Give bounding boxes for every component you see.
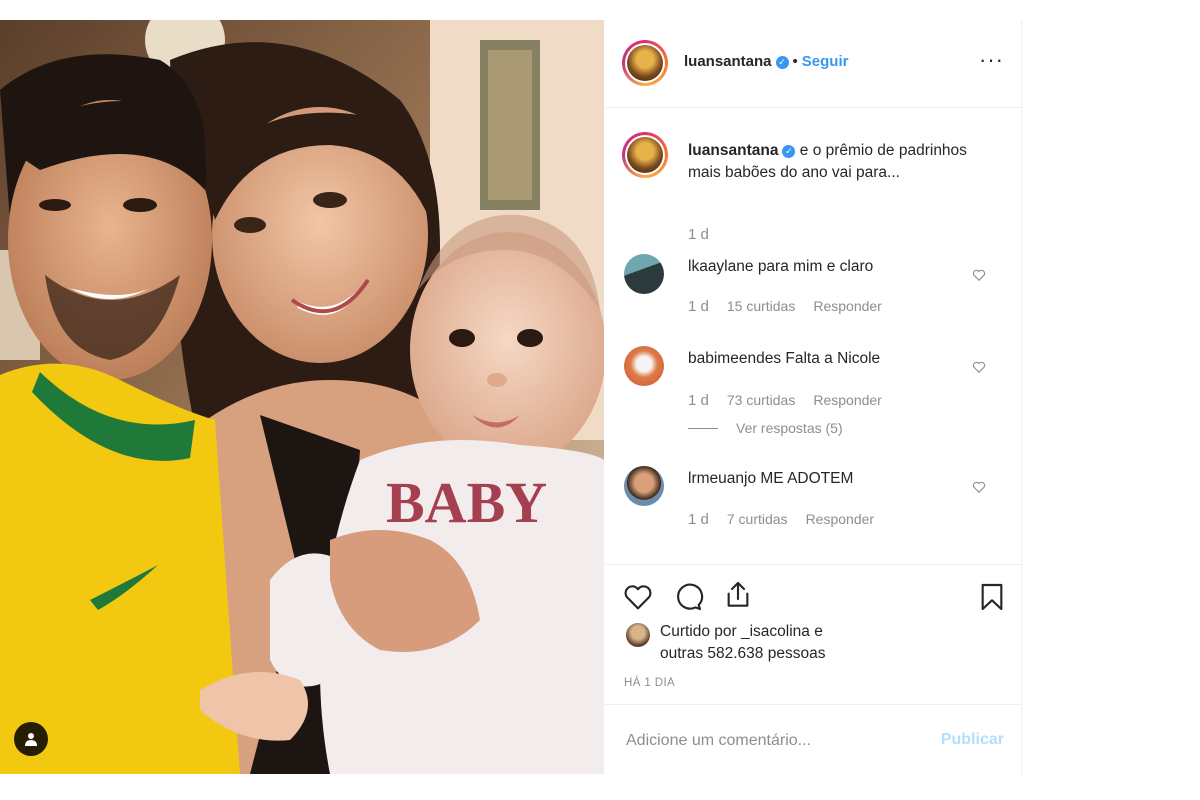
reply-button[interactable]: Responder [806, 511, 875, 527]
liker-avatar[interactable] [626, 623, 650, 647]
caption-username[interactable]: luansantana [688, 142, 778, 159]
more-options-icon[interactable]: ··· [979, 49, 1004, 71]
author-info: luansantana ✓ • Seguir [684, 53, 848, 71]
caption-author-avatar[interactable] [622, 132, 668, 178]
user-tag-icon [25, 733, 37, 746]
reply-button[interactable]: Responder [813, 298, 882, 314]
bookmark-icon[interactable] [976, 581, 1008, 613]
likes-summary[interactable]: Curtido por _isacolina e outras 582.638 … [626, 621, 826, 665]
comment-text: para mim e claro [757, 258, 874, 275]
commenter-avatar[interactable] [624, 254, 664, 294]
caption-time[interactable]: 1 d [688, 226, 709, 243]
comment-time[interactable]: 1 d [688, 298, 709, 315]
reply-button[interactable]: Responder [813, 392, 882, 408]
comment-username[interactable]: lkaaylane [688, 258, 754, 275]
post-caption: luansantana ✓ e o prêmio de padrinhos mai… [688, 140, 988, 184]
post-actions: Curtido por _isacolina e outras 582.638 … [604, 564, 1022, 704]
separator-dot: • [792, 53, 798, 70]
add-comment-bar: Publicar [604, 704, 1022, 774]
comment-time[interactable]: 1 d [688, 511, 709, 528]
comment-likes[interactable]: 73 curtidas [727, 392, 795, 408]
comment-username[interactable]: babimeendes [688, 350, 781, 367]
view-replies-button[interactable]: Ver respostas (5) [688, 420, 843, 436]
comment-item: lrmeuanjo ME ADOTEM [688, 470, 988, 488]
commenter-avatar[interactable] [624, 346, 664, 386]
comment-meta: 1 d 73 curtidas Responder [688, 392, 900, 409]
comment-likes[interactable]: 7 curtidas [727, 511, 788, 527]
comment-likes[interactable]: 15 curtidas [727, 298, 795, 314]
post-photo-image: BABY [0, 20, 604, 774]
caption-meta: 1 d [688, 226, 727, 243]
replies-divider [688, 428, 718, 429]
verified-badge-icon: ✓ [782, 145, 796, 158]
heart-icon[interactable] [622, 581, 654, 613]
comment-text: Falta a Nicole [785, 350, 881, 367]
user-tag-button[interactable] [14, 722, 48, 756]
verified-badge-icon: ✓ [775, 56, 789, 69]
comment-meta: 1 d 7 curtidas Responder [688, 511, 892, 528]
comment-like-heart-icon[interactable] [972, 480, 986, 494]
comment-icon[interactable] [672, 581, 704, 613]
post-header: luansantana ✓ • Seguir ··· [604, 20, 1022, 108]
post-timestamp[interactable]: HÁ 1 DIA [624, 677, 675, 689]
share-icon[interactable] [722, 579, 754, 611]
comment-input[interactable] [624, 727, 928, 755]
comment-time[interactable]: 1 d [688, 392, 709, 409]
author-avatar[interactable] [622, 40, 668, 86]
commenter-avatar[interactable] [624, 466, 664, 506]
follow-button[interactable]: Seguir [802, 53, 849, 70]
publish-button[interactable]: Publicar [941, 731, 1004, 749]
comment-like-heart-icon[interactable] [972, 268, 986, 282]
author-username[interactable]: luansantana [684, 53, 772, 70]
post-side-panel: luansantana ✓ • Seguir ··· luansantana ✓ e o… [604, 20, 1022, 774]
photo-shirt-text: BABY [386, 470, 547, 535]
likes-line-1: Curtido por _isacolina e [660, 623, 823, 640]
comment-item: babimeendes Falta a Nicole [688, 350, 988, 368]
view-replies-label: Ver respostas (5) [736, 420, 843, 436]
comment-meta: 1 d 15 curtidas Responder [688, 298, 900, 315]
post-photo[interactable]: BABY [0, 20, 604, 774]
comments-list[interactable]: luansantana ✓ e o prêmio de padrinhos mai… [604, 108, 1022, 564]
comment-username[interactable]: lrmeuanjo [688, 470, 756, 487]
comment-text: ME ADOTEM [760, 470, 854, 487]
comment-like-heart-icon[interactable] [972, 360, 986, 374]
likes-line-2: outras 582.638 pessoas [660, 645, 826, 662]
comment-item: lkaaylane para mim e claro [688, 258, 988, 276]
